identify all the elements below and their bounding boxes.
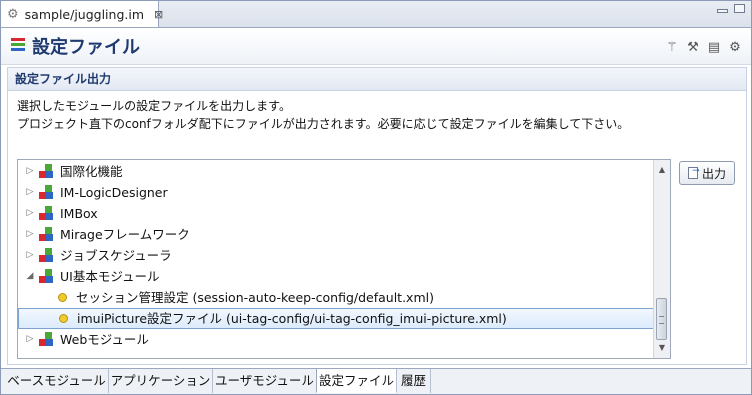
magic-wand-icon[interactable]: ⚚ [664, 39, 680, 55]
editor-tab[interactable]: ⚙ sample/juggling.im ⊠ [1, 1, 163, 27]
editor-tab-strip: ⚙ sample/juggling.im ⊠ [1, 1, 751, 28]
tree-module-row[interactable]: ▷ Mirageフレームワーク [18, 224, 658, 245]
file-dot-icon [58, 293, 67, 302]
tree-item-label: IM-LogicDesigner [60, 185, 168, 200]
gear-icon[interactable]: ⚙ [727, 39, 743, 55]
module-blocks-icon [39, 205, 55, 222]
minimize-button[interactable] [717, 9, 728, 13]
wand-sparkle-icon[interactable]: ⚒ [685, 39, 701, 55]
page-title: 設定ファイル [32, 37, 140, 58]
settings-output-section: 設定ファイル出力 選択したモジュールの設定ファイルを出力します。 プロジェクト直… [7, 67, 747, 365]
close-icon[interactable]: ⊠ [154, 8, 163, 21]
header-toolbar: ⚚ ⚒ ▤ ⚙ [664, 39, 743, 55]
tree-module-row[interactable]: ▷ ジョブスケジューラ [18, 245, 658, 266]
tab-settings-file[interactable]: 設定ファイル [316, 369, 397, 393]
module-blocks-icon [39, 247, 55, 264]
tree-item-label: IMBox [60, 206, 98, 221]
collapsed-arrow-icon[interactable]: ▷ [24, 329, 36, 350]
page-tabs: ベースモジュール アプリケーション ユーザモジュール 設定ファイル 履歴 [1, 368, 751, 394]
tree-module-row[interactable]: ▷ IM-LogicDesigner [18, 182, 658, 203]
section-description: 選択したモジュールの設定ファイルを出力します。 プロジェクト直下のconfフォル… [8, 91, 746, 133]
tree-module-row[interactable]: ▷ 国際化機能 [18, 161, 658, 182]
tree-item-label: 国際化機能 [60, 164, 123, 179]
document-settings-icon[interactable]: ▤ [706, 39, 722, 55]
collapsed-arrow-icon[interactable]: ▷ [24, 224, 36, 245]
description-line-1: 選択したモジュールの設定ファイルを出力します。 [17, 99, 291, 113]
file-dot-icon [59, 314, 68, 323]
tree-vertical-scrollbar[interactable]: ▲ ▼ [653, 160, 670, 358]
module-blocks-icon [39, 226, 55, 243]
form-header: 設定ファイル ⚚ ⚒ ▤ ⚙ [1, 28, 751, 65]
collapsed-arrow-icon[interactable]: ▷ [24, 203, 36, 224]
tree-module-row[interactable]: ▷ IMBox [18, 203, 658, 224]
tab-history[interactable]: 履歴 [397, 369, 431, 393]
tree-module-row[interactable]: ◢ UI基本モジュール [18, 266, 658, 287]
scroll-down-icon[interactable]: ▼ [654, 340, 670, 356]
editor-tab-label: sample/juggling.im [24, 6, 145, 22]
tree-file-row[interactable]: imuiPicture設定ファイル (ui-tag-config/ui-tag-… [18, 308, 658, 329]
collapsed-arrow-icon[interactable]: ▷ [24, 245, 36, 266]
tree-item-label: UI基本モジュール [60, 269, 160, 284]
collapsed-arrow-icon[interactable]: ▷ [24, 161, 36, 182]
tree-item-label: Webモジュール [60, 332, 149, 347]
module-blocks-icon [39, 331, 55, 348]
editor-window: ⚙ sample/juggling.im ⊠ 設定ファイル ⚚ ⚒ ▤ ⚙ 設定… [0, 0, 752, 395]
scroll-up-icon[interactable]: ▲ [654, 162, 670, 178]
tree-item-label: セッション管理設定 (session-auto-keep-config/defa… [76, 290, 434, 305]
tree-item-label: Mirageフレームワーク [60, 227, 190, 242]
gear-icon: ⚙ [7, 6, 19, 22]
maximize-button[interactable] [734, 4, 745, 13]
description-line-2: プロジェクト直下のconfフォルダ配下にファイルが出力されます。必要に応じて設定… [17, 117, 630, 131]
output-button-label: 出力 [701, 166, 726, 181]
collapsed-arrow-icon[interactable]: ▷ [24, 182, 36, 203]
output-button[interactable]: 出力 [679, 161, 735, 185]
section-title: 設定ファイル出力 [8, 68, 746, 91]
module-blocks-icon [39, 163, 55, 180]
tree-file-row[interactable]: セッション管理設定 (session-auto-keep-config/defa… [18, 287, 658, 308]
scroll-thumb[interactable] [656, 298, 667, 340]
window-controls [717, 4, 745, 13]
tree-module-row[interactable]: ▷ Webモジュール [18, 329, 658, 350]
tab-application[interactable]: アプリケーション [109, 369, 213, 393]
tab-user-module[interactable]: ユーザモジュール [213, 369, 317, 393]
module-blocks-icon [39, 184, 55, 201]
module-tree[interactable]: ▷ 国際化機能 ▷ IM-LogicDesigner ▷ IMBox ▷ Mirageフレーム… [17, 159, 671, 359]
module-blocks-icon [39, 268, 55, 285]
expanded-arrow-icon[interactable]: ◢ [24, 266, 36, 287]
settings-file-icon [11, 38, 25, 52]
tree-item-label: imuiPicture設定ファイル (ui-tag-config/ui-tag-… [77, 311, 507, 326]
tree-item-label: ジョブスケジューラ [60, 248, 172, 263]
tab-base-module[interactable]: ベースモジュール [5, 369, 109, 393]
export-file-icon [687, 166, 700, 179]
